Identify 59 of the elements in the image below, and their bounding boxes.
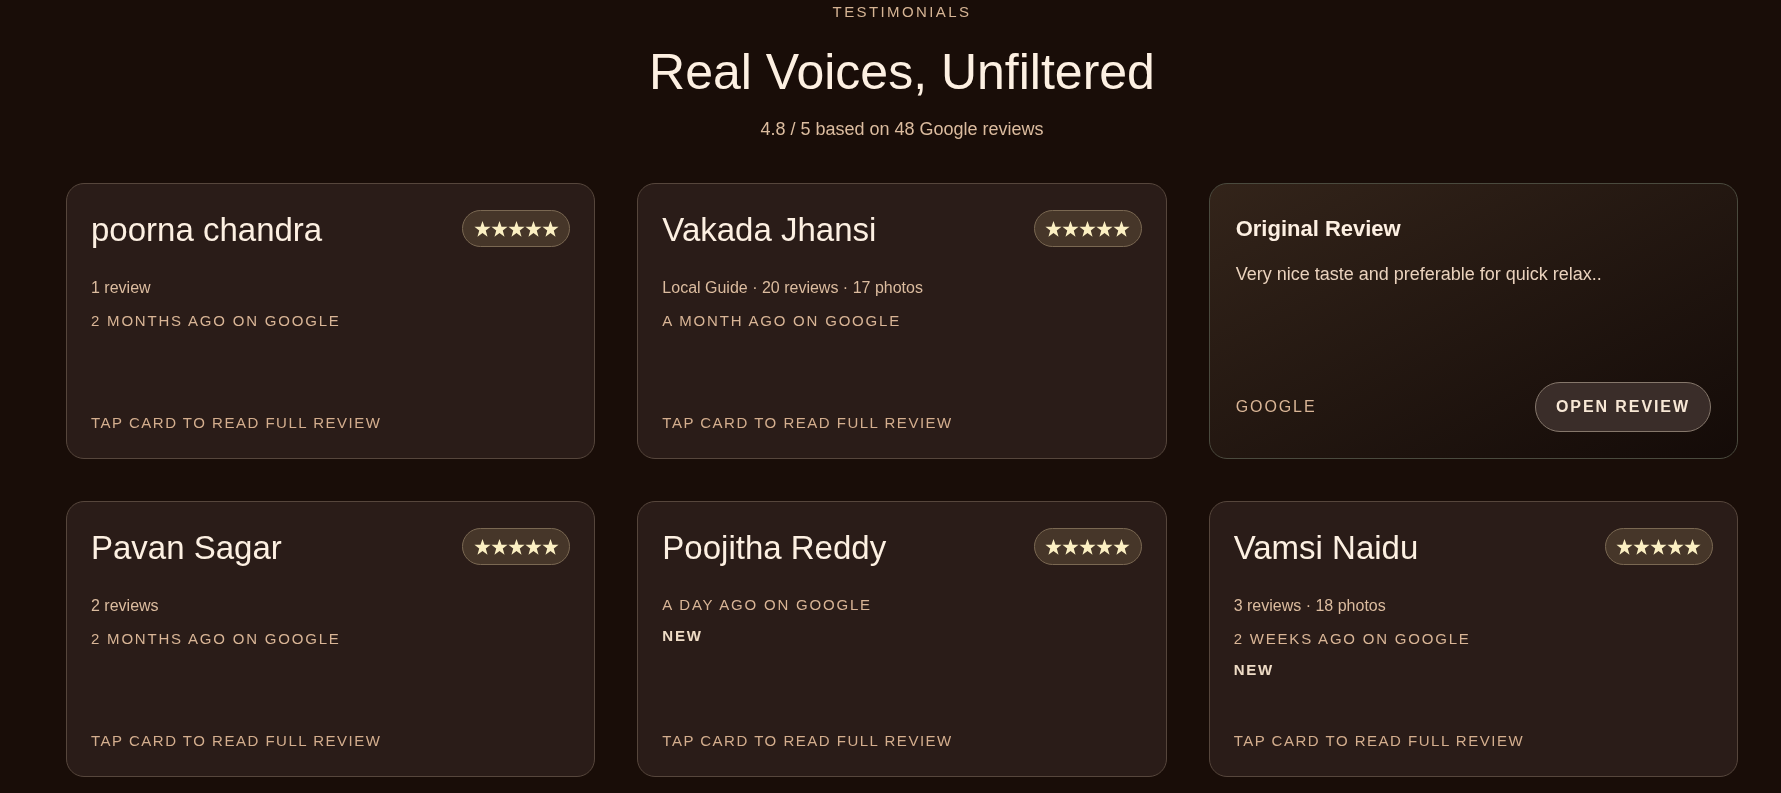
star-icon (473, 538, 491, 555)
star-icon (507, 538, 525, 555)
read-review-hint: TAP CARD TO READ FULL REVIEW (1233, 731, 1526, 751)
review-card[interactable]: Poojitha Reddy A DAY AGO ON GOOGLE NEW TAP CARD TO READ FULL REVIEW (637, 501, 1167, 777)
review-card[interactable]: poorna chandra 1 review 2 MONTHS AGO ON GOOGLE TAP CARD TO READ FULL REVIEW (66, 183, 596, 459)
reviewer-name: Vakada Jhansi (662, 210, 877, 250)
star-icon (1633, 538, 1651, 555)
star-icon (541, 220, 559, 237)
reviewer-name: poorna chandra (91, 210, 323, 250)
read-review-hint: TAP CARD TO READ FULL REVIEW (662, 731, 954, 751)
review-date: A MONTH AGO ON GOOGLE (662, 311, 902, 331)
review-card[interactable]: Vamsi Naidu 3 reviews · 18 photos 2 WEEKS AGO ON GOOGLE NEW TAP CARD TO READ FULL REVIEW (1208, 501, 1738, 777)
review-heading: Original Review (1235, 215, 1402, 243)
section-eyebrow: TESTIMONIALS (832, 2, 972, 22)
star-icon (490, 220, 508, 237)
star-icon (1062, 538, 1080, 555)
star-icon (507, 220, 525, 237)
reviewer-stats: 3 reviews · 18 photos (1233, 596, 1387, 616)
star-icon (1650, 538, 1668, 555)
review-source: GOOGLE (1235, 397, 1317, 417)
review-card[interactable]: Original Review Very nice taste and preferable for quick relax.. GOOGLE OPEN REVIEW (1208, 183, 1738, 459)
reviewer-stats: 1 review (91, 278, 152, 298)
open-review-button[interactable]: OPEN REVIEW (1534, 382, 1711, 432)
review-text: Very nice taste and preferable for quick relax.. (1235, 263, 1603, 286)
review-card[interactable]: Vakada Jhansi Local Guide · 20 reviews · 17 photos A MONTH AGO ON GOOGLE TAP CARD TO READ FULL REVIEW (637, 183, 1167, 459)
review-date: 2 WEEKS AGO ON GOOGLE (1233, 629, 1472, 649)
star-icon (1684, 538, 1702, 555)
star-icon (1045, 220, 1063, 237)
star-icon (524, 220, 542, 237)
star-icon (1096, 538, 1114, 555)
rating-summary: 4.8 / 5 based on 48 Google reviews (760, 118, 1044, 141)
star-icon (1079, 220, 1097, 237)
read-review-hint: TAP CARD TO READ FULL REVIEW (91, 413, 383, 433)
new-label: NEW (1233, 660, 1276, 680)
reviewer-name: Poojitha Reddy (662, 528, 887, 568)
reviewer-stats: 2 reviews (91, 596, 160, 616)
star-icon (1113, 538, 1131, 555)
section-title: Real Voices, Unfiltered (649, 43, 1155, 102)
star-icon (1096, 220, 1114, 237)
star-icon (1079, 538, 1097, 555)
star-icon (1616, 538, 1634, 555)
star-icon (1062, 220, 1080, 237)
reviewer-name: Pavan Sagar (91, 528, 282, 568)
star-icon (473, 220, 491, 237)
star-icon (1667, 538, 1685, 555)
new-label: NEW (662, 626, 704, 646)
review-date: A DAY AGO ON GOOGLE (662, 595, 873, 615)
star-icon (1045, 538, 1063, 555)
read-review-hint: TAP CARD TO READ FULL REVIEW (91, 731, 383, 751)
reviewer-stats: Local Guide · 20 reviews · 17 photos (662, 278, 924, 298)
reviewer-name: Vamsi Naidu (1233, 528, 1419, 568)
star-icon (524, 538, 542, 555)
review-date: 2 MONTHS AGO ON GOOGLE (91, 629, 342, 649)
review-card[interactable]: Pavan Sagar 2 reviews 2 MONTHS AGO ON GOOGLE TAP CARD TO READ FULL REVIEW (66, 501, 596, 777)
star-icon (1113, 220, 1131, 237)
star-icon (490, 538, 508, 555)
review-date: 2 MONTHS AGO ON GOOGLE (91, 311, 342, 331)
star-icon (541, 538, 559, 555)
read-review-hint: TAP CARD TO READ FULL REVIEW (662, 413, 954, 433)
